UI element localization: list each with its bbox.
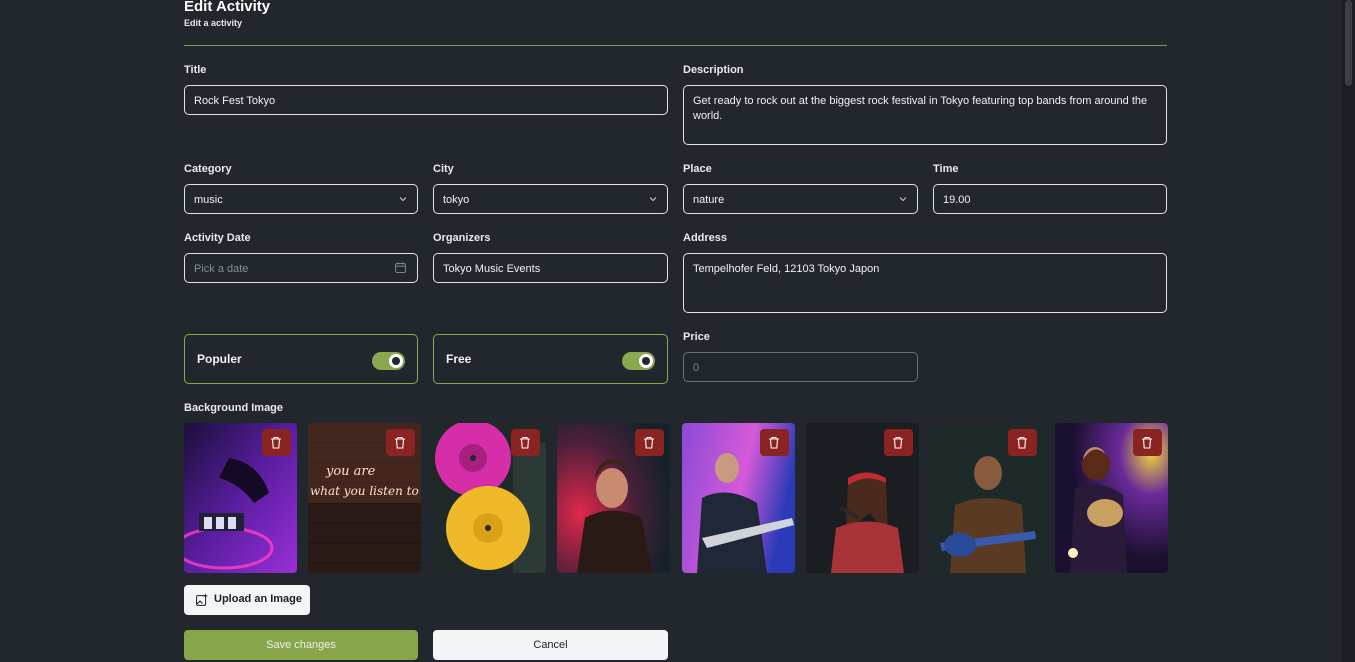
place-value: nature — [693, 194, 725, 206]
save-changes-button[interactable]: Save changes — [184, 630, 418, 660]
address-label: Address — [683, 232, 728, 244]
delete-image-button[interactable] — [262, 429, 291, 456]
free-toggle-card[interactable]: Free — [433, 334, 668, 384]
city-value: tokyo — [443, 194, 470, 206]
header-divider — [184, 45, 1167, 46]
free-switch[interactable] — [622, 352, 655, 370]
title-label: Title — [184, 64, 207, 76]
delete-image-button[interactable] — [1133, 429, 1162, 456]
address-value: Tempelhofer Feld, 12103 Tokyo Japon — [693, 263, 880, 275]
trash-icon — [520, 436, 530, 449]
organizers-input[interactable]: Tokyo Music Events — [433, 253, 668, 283]
upload-button-label: Upload an Image — [214, 593, 303, 605]
delete-image-button[interactable] — [760, 429, 789, 456]
description-textarea[interactable]: Get ready to rock out at the biggest roc… — [683, 85, 1167, 145]
image-thumb-singer-guitarist — [557, 423, 670, 573]
category-select[interactable]: music — [184, 184, 418, 214]
trash-icon — [1017, 436, 1027, 449]
scrollbar-thumb[interactable] — [1345, 0, 1352, 86]
switch-knob — [639, 354, 653, 368]
image-thumb-female-singer — [806, 423, 919, 573]
time-input[interactable]: 19.00 — [933, 184, 1167, 214]
delete-image-button[interactable] — [884, 429, 913, 456]
trash-icon — [395, 436, 405, 449]
title-input[interactable]: Rock Fest Tokyo — [184, 85, 668, 115]
image-thumb-neon-sign: you are what you listen to — [308, 423, 421, 573]
trash-icon — [1142, 436, 1152, 449]
delete-image-button[interactable] — [386, 429, 415, 456]
description-value: Get ready to rock out at the biggest roc… — [693, 95, 1148, 122]
trash-icon — [271, 436, 281, 449]
trash-icon — [644, 436, 654, 449]
activity-date-placeholder: Pick a date — [194, 263, 249, 275]
background-image-label: Background Image — [184, 402, 284, 414]
time-label: Time — [933, 163, 959, 175]
edit-activity-page: Edit Activity Edit a activity Title Rock… — [0, 0, 1355, 662]
category-value: music — [194, 194, 223, 206]
place-select[interactable]: nature — [683, 184, 918, 214]
image-thumb-vinyl-records — [433, 423, 546, 573]
populer-switch[interactable] — [372, 352, 405, 370]
chevron-down-icon — [649, 197, 657, 202]
page-title: Edit Activity — [184, 0, 271, 15]
organizers-label: Organizers — [433, 232, 491, 244]
switch-knob — [389, 354, 403, 368]
price-label: Price — [683, 331, 710, 343]
delete-image-button[interactable] — [635, 429, 664, 456]
populer-toggle-card[interactable]: Populer — [184, 334, 418, 384]
neon-text-line1: you are — [325, 464, 376, 479]
address-textarea[interactable]: Tempelhofer Feld, 12103 Tokyo Japon — [683, 253, 1167, 313]
price-input[interactable]: 0 — [683, 352, 918, 382]
image-plus-icon — [196, 594, 208, 606]
upload-image-button[interactable]: Upload an Image — [184, 585, 310, 615]
page-scrollbar[interactable] — [1342, 0, 1355, 662]
time-value: 19.00 — [943, 194, 971, 206]
free-label: Free — [446, 352, 472, 366]
trash-icon — [769, 436, 779, 449]
title-value: Rock Fest Tokyo — [194, 95, 276, 107]
cancel-button[interactable]: Cancel — [433, 630, 668, 660]
price-value: 0 — [693, 362, 700, 374]
neon-text-line2: what you listen to — [310, 484, 419, 498]
delete-image-button[interactable] — [1008, 429, 1037, 456]
chevron-down-icon — [399, 197, 407, 202]
calendar-icon — [395, 262, 406, 273]
activity-date-label: Activity Date — [184, 232, 251, 244]
image-thumb-acoustic-guitarist — [930, 423, 1043, 573]
city-label: City — [433, 163, 454, 175]
place-label: Place — [683, 163, 712, 175]
image-thumb-dj-turntable — [184, 423, 297, 573]
organizers-value: Tokyo Music Events — [443, 263, 541, 275]
page-subtitle: Edit a activity — [184, 18, 243, 28]
delete-image-button[interactable] — [511, 429, 540, 456]
chevron-down-icon — [899, 197, 907, 202]
city-select[interactable]: tokyo — [433, 184, 668, 214]
description-label: Description — [683, 64, 744, 76]
image-thumb-bass-player — [682, 423, 795, 573]
image-thumb-stage-guitarist — [1055, 423, 1168, 573]
category-label: Category — [184, 163, 232, 175]
activity-date-picker[interactable]: Pick a date — [184, 253, 418, 283]
trash-icon — [893, 436, 903, 449]
populer-label: Populer — [197, 352, 242, 366]
